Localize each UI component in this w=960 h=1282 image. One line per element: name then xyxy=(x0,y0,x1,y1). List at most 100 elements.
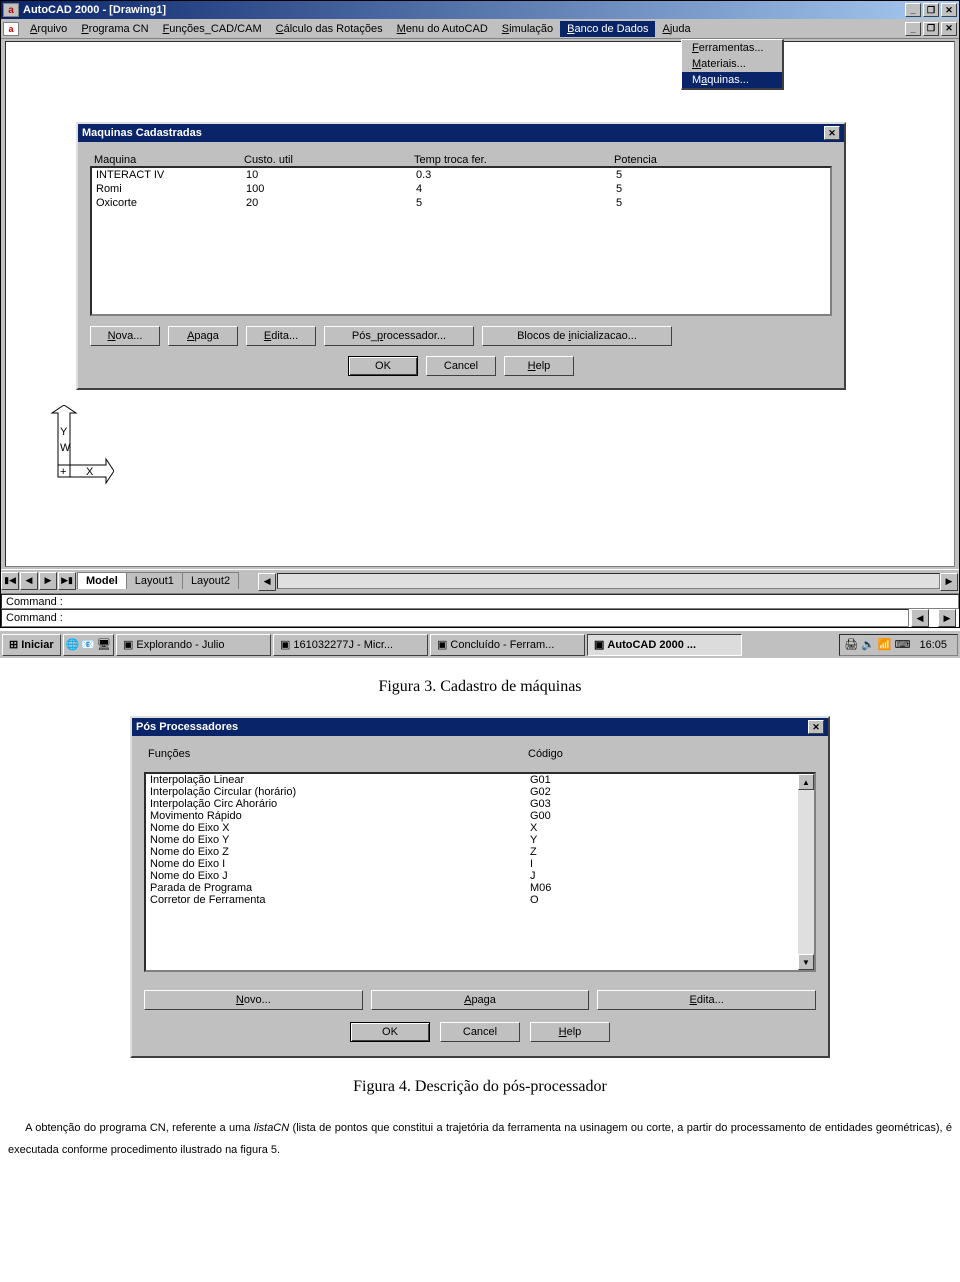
list-item[interactable]: Nome do Eixo XX xyxy=(146,822,798,834)
command-line[interactable]: Command : xyxy=(1,609,909,627)
cancel-button[interactable]: Cancel xyxy=(440,1022,520,1042)
tab-nav-next-icon[interactable]: ▶ xyxy=(39,572,57,590)
menu-autocad[interactable]: Menu do AutoCAD xyxy=(390,21,495,37)
svg-text:+: + xyxy=(60,466,66,478)
apaga-button[interactable]: Apaga xyxy=(168,326,238,346)
table-header: Maquina Custo. util Temp troca fer. Pote… xyxy=(90,154,832,166)
hscroll-right-icon[interactable]: ▶ xyxy=(940,573,958,591)
dialog2-close-icon[interactable]: ✕ xyxy=(808,720,824,734)
taskbar-button[interactable]: ▣161032277J - Micr... xyxy=(273,634,428,656)
help-button[interactable]: Help xyxy=(504,356,574,376)
edita-button[interactable]: Edita... xyxy=(597,990,816,1010)
restore-icon[interactable]: ❐ xyxy=(923,3,939,17)
app-icon: ▣ xyxy=(123,638,133,651)
menu-programa[interactable]: Programa CN xyxy=(74,21,155,37)
list-item[interactable]: Interpolação Circular (horário)G02 xyxy=(146,786,798,798)
app-logo-icon: a xyxy=(3,3,19,17)
svg-text:W: W xyxy=(60,442,71,454)
taskbar-button[interactable]: ▣Concluído - Ferram... xyxy=(430,634,585,656)
menu-arquivo[interactable]: Arquivo xyxy=(23,21,74,37)
tab-layout2[interactable]: Layout2 xyxy=(182,572,239,589)
clock[interactable]: 16:05 xyxy=(913,639,953,651)
outlook-icon[interactable]: 📧 xyxy=(81,638,95,651)
dialog2-title: Pós Processadores xyxy=(136,721,238,733)
start-button[interactable]: ⊞ Iniciar xyxy=(2,634,61,656)
dialog-close-icon[interactable]: ✕ xyxy=(824,126,840,140)
tray-icon[interactable]: 📶 xyxy=(878,638,892,651)
windows-logo-icon: ⊞ xyxy=(9,638,18,651)
title-bar[interactable]: a AutoCAD 2000 - [Drawing1] _ ❐ ✕ xyxy=(1,1,959,19)
tray-icon[interactable]: 🖨 xyxy=(844,638,858,651)
maquinas-listbox[interactable]: INTERACT IV100.35Romi10045Oxicorte2055 xyxy=(90,166,832,316)
taskbar-button[interactable]: ▣Explorando - Julio xyxy=(116,634,271,656)
ok-button[interactable]: OK xyxy=(350,1022,430,1042)
menu-banco-dados[interactable]: Banco de Dados xyxy=(560,21,655,37)
scroll-down-icon[interactable]: ▼ xyxy=(798,954,814,970)
tray-icon[interactable]: 🔊 xyxy=(861,638,875,651)
list-item[interactable]: Parada de ProgramaM06 xyxy=(146,882,798,894)
tab-nav-prev-icon[interactable]: ◀ xyxy=(20,572,38,590)
menu-label: rquivo xyxy=(37,23,67,35)
command-line[interactable]: Command : xyxy=(1,594,959,609)
novo-button[interactable]: Novo... xyxy=(144,990,363,1010)
mdi-restore-icon[interactable]: ❐ xyxy=(923,22,939,36)
table-row[interactable]: INTERACT IV100.35 xyxy=(92,168,830,182)
minimize-icon[interactable]: _ xyxy=(905,3,921,17)
table-row[interactable]: Romi10045 xyxy=(92,182,830,196)
cmd-scroll-left-icon[interactable]: ◀ xyxy=(911,609,929,627)
dropdown-ferramentas[interactable]: Ferramentas... xyxy=(682,40,782,56)
pos-processador-button[interactable]: Pós_processador... xyxy=(324,326,474,346)
edita-button[interactable]: Edita... xyxy=(246,326,316,346)
list-item[interactable]: Corretor de FerramentaO xyxy=(146,894,798,906)
list-item[interactable]: Movimento RápidoG00 xyxy=(146,810,798,822)
dropdown-materiais[interactable]: Materiais... xyxy=(682,56,782,72)
cmd-hscroll[interactable]: ◀ ▶ xyxy=(909,609,959,627)
menu-simulacao[interactable]: Simulação xyxy=(495,21,560,37)
dialog2-title-bar[interactable]: Pós Processadores ✕ xyxy=(132,718,828,736)
tab-layout1[interactable]: Layout1 xyxy=(126,572,183,589)
hscroll-left-icon[interactable]: ◀ xyxy=(258,573,276,591)
menu-funcoes[interactable]: Funções_CAD/CAM xyxy=(156,21,269,37)
cmd-scroll-right-icon[interactable]: ▶ xyxy=(938,609,956,627)
scroll-up-icon[interactable]: ▲ xyxy=(798,774,814,790)
drawing-canvas[interactable]: Maquinas Cadastradas ✕ Maquina Custo. ut… xyxy=(5,41,955,567)
pos-proc-listbox[interactable]: Interpolação LinearG01Interpolação Circu… xyxy=(144,772,816,972)
list-item[interactable]: Interpolação LinearG01 xyxy=(146,774,798,786)
table-row[interactable]: Oxicorte2055 xyxy=(92,196,830,210)
hscroll[interactable]: ◀ ▶ xyxy=(258,573,959,589)
figure-caption-3: Figura 3. Cadastro de máquinas xyxy=(0,678,960,696)
svg-text:Y: Y xyxy=(60,426,68,438)
apaga-button[interactable]: Apaga xyxy=(371,990,590,1010)
ie-icon[interactable]: 🌐 xyxy=(66,638,80,651)
col-potencia: Potencia xyxy=(614,154,734,166)
desktop-icon[interactable]: 🖥 xyxy=(97,638,111,651)
menu-calculo[interactable]: Cálculo das Rotações xyxy=(269,21,390,37)
dialog-title-bar[interactable]: Maquinas Cadastradas ✕ xyxy=(78,124,844,142)
command-area: Command : Command : ◀ ▶ xyxy=(1,593,959,627)
maquinas-dialog: Maquinas Cadastradas ✕ Maquina Custo. ut… xyxy=(76,122,846,390)
ok-button[interactable]: OK xyxy=(348,356,418,376)
tray-icon[interactable]: ⌨ xyxy=(895,638,911,651)
dropdown-maquinas[interactable]: Maquinas... xyxy=(682,72,782,88)
list-item[interactable]: Nome do Eixo ZZ xyxy=(146,846,798,858)
close-icon[interactable]: ✕ xyxy=(941,3,957,17)
mdi-close-icon[interactable]: ✕ xyxy=(941,22,957,36)
mdi-minimize-icon[interactable]: _ xyxy=(905,22,921,36)
list-item[interactable]: Nome do Eixo II xyxy=(146,858,798,870)
tab-nav-first-icon[interactable]: ▮◀ xyxy=(1,572,19,590)
list-item[interactable]: Interpolação Circ AhorárioG03 xyxy=(146,798,798,810)
tab-model[interactable]: Model xyxy=(77,572,127,589)
banco-dados-dropdown: Ferramentas... Materiais... Maquinas... xyxy=(681,39,784,90)
doc-logo-icon[interactable]: a xyxy=(3,22,19,36)
nova-button[interactable]: Nova... xyxy=(90,326,160,346)
blocos-button[interactable]: Blocos de inicializacao... xyxy=(482,326,672,346)
taskbar-button[interactable]: ▣AutoCAD 2000 ... xyxy=(587,634,742,656)
help-button[interactable]: Help xyxy=(530,1022,610,1042)
tab-nav-last-icon[interactable]: ▶▮ xyxy=(58,572,76,590)
cancel-button[interactable]: Cancel xyxy=(426,356,496,376)
col-codigo: Código xyxy=(528,748,812,760)
list-item[interactable]: Nome do Eixo YY xyxy=(146,834,798,846)
menu-ajuda[interactable]: Ajuda xyxy=(655,21,697,37)
list-item[interactable]: Nome do Eixo JJ xyxy=(146,870,798,882)
vscroll[interactable]: ▲ ▼ xyxy=(798,774,814,970)
